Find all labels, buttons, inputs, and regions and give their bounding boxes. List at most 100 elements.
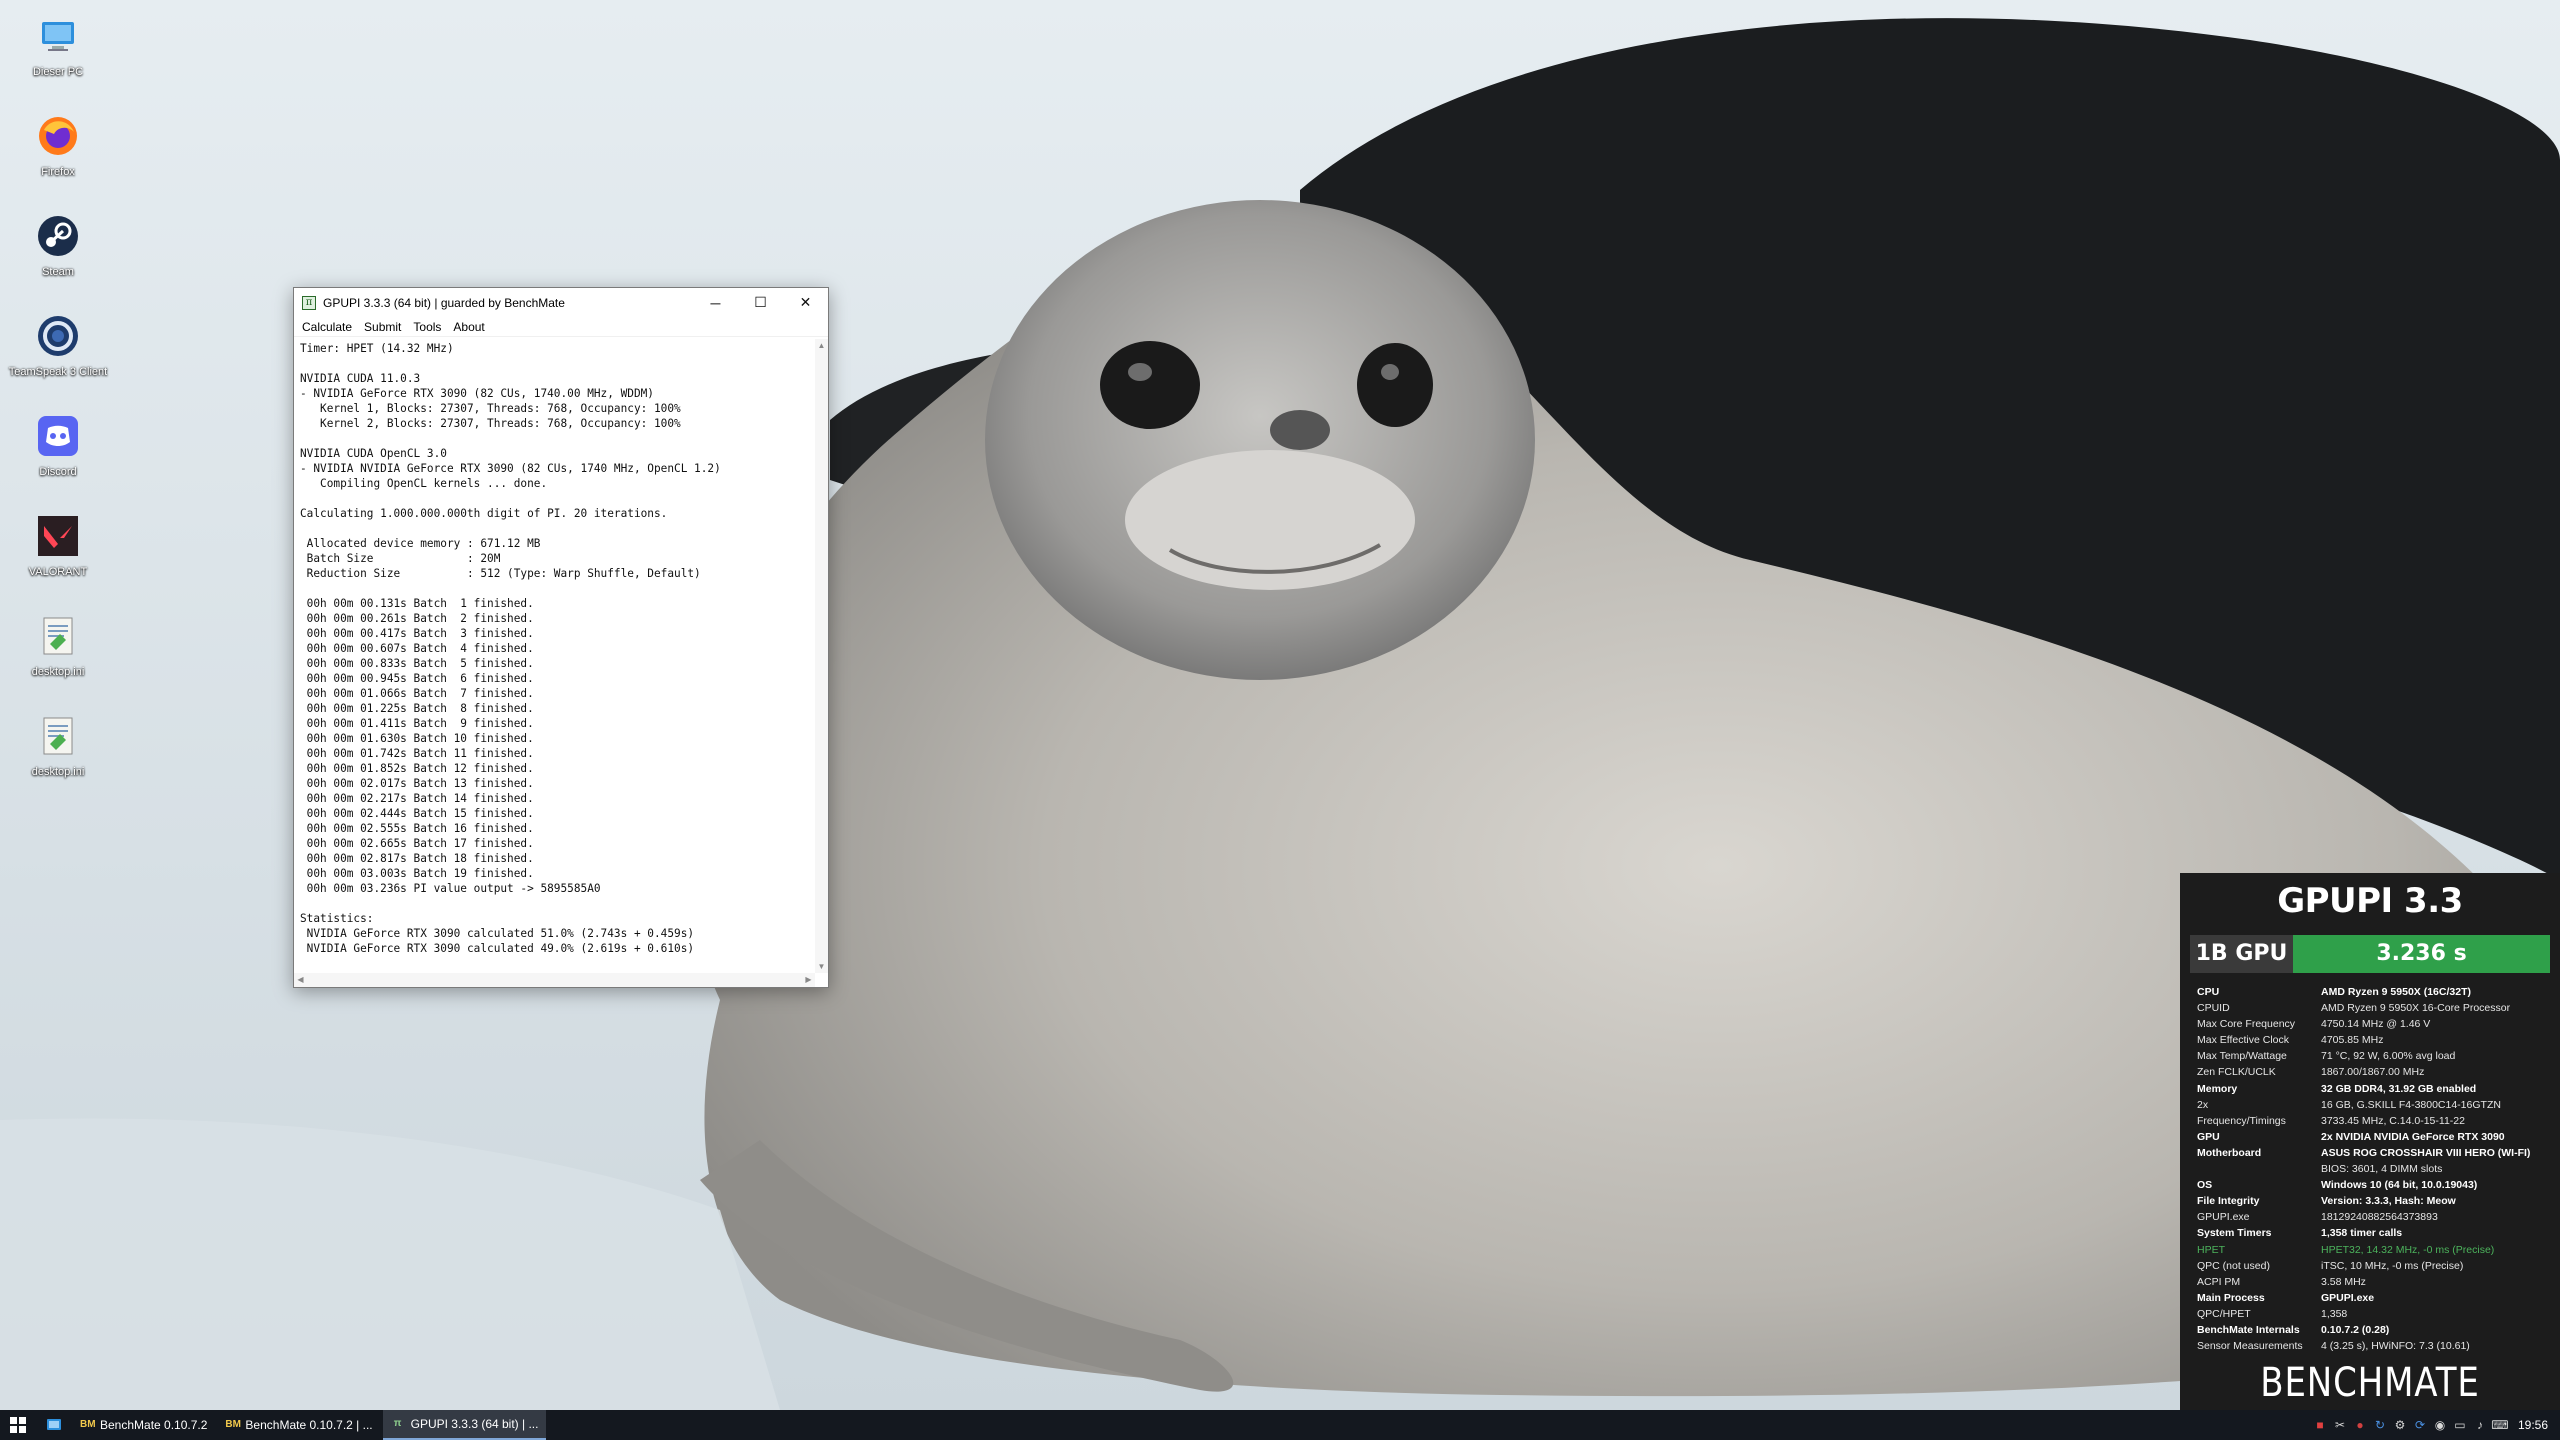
console-line: NVIDIA CUDA OpenCL 3.0 [300,447,447,460]
vertical-scrollbar[interactable]: ▲ ▼ [815,339,828,973]
benchmate-icon: BM [80,1419,96,1430]
scroll-up-icon[interactable]: ▲ [815,339,828,352]
info-row: GPUPI.exe 18129240882564373893 [2197,1209,2552,1225]
scroll-right-icon[interactable]: ▶ [802,973,815,987]
info-value: Version: 3.3.3, Hash: Meow [2321,1195,2456,1208]
firefox-icon [34,112,82,160]
tray-refresh-icon[interactable]: ↻ [2370,1410,2390,1440]
benchmate-icon: BM [225,1419,241,1430]
tray-tool-icon[interactable]: ✂ [2330,1410,2350,1440]
info-key: Memory [2197,1082,2238,1095]
desktop-icon-label: Steam [42,266,74,278]
window-titlebar[interactable]: π GPUPI 3.3.3 (64 bit) | guarded by Benc… [294,288,828,317]
tray-steam-icon[interactable]: ◉ [2430,1410,2450,1440]
desktop-icon-column: Dieser PC Firefox Steam TeamSpeak 3 Clie… [9,6,107,806]
taskbar-task-gpupi[interactable]: π GPUPI 3.3.3 (64 bit) | ... [382,1410,547,1440]
console-line: Timer: HPET (14.32 MHz) [300,342,454,355]
info-value: 1867.00/1867.00 MHz [2321,1066,2425,1079]
maximize-button[interactable]: ☐ [738,288,783,317]
close-button[interactable]: ✕ [783,288,828,317]
info-value: 1,358 [2321,1307,2348,1320]
info-value: GPUPI.exe [2321,1291,2375,1304]
console-line: Statistics: [300,912,374,925]
desktop-icon-steam[interactable]: Steam [18,206,98,306]
desktop-icon-valorant[interactable]: VALORANT [18,506,98,606]
console-line: 00h 00m 00.131s Batch 1 finished. [300,597,534,610]
menu-about[interactable]: About [447,320,490,334]
tray-sync-icon[interactable]: ⟳ [2410,1410,2430,1440]
tray-app-icon[interactable]: ● [2350,1410,2370,1440]
desktop-icon-label: desktop.ini [31,766,85,778]
clock[interactable]: 19:56 [2510,1418,2560,1432]
info-key: System Timers [2197,1227,2272,1240]
info-key: Max Temp/Wattage [2197,1050,2287,1063]
benchmate-logo: BENCHMATE [2260,1360,2480,1406]
desktop-icon-discord[interactable]: Discord [18,406,98,506]
task-label: GPUPI 3.3.3 (64 bit) | ... [410,1417,539,1431]
console-line: 00h 00m 00.833s Batch 5 finished. [300,657,534,670]
console-line: 00h 00m 01.066s Batch 7 finished. [300,687,534,700]
console-line: 00h 00m 01.225s Batch 8 finished. [300,702,534,715]
minimize-button[interactable]: ─ [693,288,738,317]
menu-calculate[interactable]: Calculate [296,320,358,334]
menu-tools[interactable]: Tools [407,320,447,334]
valorant-icon [34,512,82,560]
volume-icon[interactable]: ♪ [2470,1410,2490,1440]
info-row: Motherboard ASUS ROG CROSSHAIR VIII HERO … [2197,1145,2552,1161]
console-line: Calculating 1.000.000.000th digit of PI.… [300,507,668,520]
language-icon[interactable]: ⌨ [2490,1410,2510,1440]
scroll-down-icon[interactable]: ▼ [815,960,828,973]
desktop-icon-label: Dieser PC [32,66,84,78]
info-row: CPU AMD Ryzen 9 5950X (16C/32T) [2197,984,2552,1000]
info-row: Max Effective Clock 4705.85 MHz [2197,1032,2552,1048]
desktop-icon-label: TeamSpeak 3 Client [8,366,108,378]
network-icon[interactable]: ▭ [2450,1410,2470,1440]
console-line: 00h 00m 00.607s Batch 4 finished. [300,642,534,655]
scroll-left-icon[interactable]: ◀ [294,973,307,987]
windows-logo-icon [10,1417,26,1433]
console-line: 00h 00m 02.444s Batch 15 finished. [300,807,534,820]
info-row: ACPI PM 3.58 MHz [2197,1274,2552,1290]
info-row: Zen FCLK/UCLK 1867.00/1867.00 MHz [2197,1064,2552,1080]
info-row: QPC/HPET 1,358 [2197,1306,2552,1322]
task-label: BenchMate 0.10.7.2 [100,1418,208,1432]
info-row: Max Temp/Wattage 71 °C, 92 W, 6.00% avg l… [2197,1048,2552,1064]
steam-icon [34,212,82,260]
taskbar-pinned-app[interactable] [36,1410,72,1440]
info-value: Windows 10 (64 bit, 10.0.19043) [2321,1179,2478,1192]
system-info-table: CPU AMD Ryzen 9 5950X (16C/32T) CPUID AMD R… [2197,984,2552,1354]
info-value: BIOS: 3601, 4 DIMM slots [2321,1163,2443,1176]
info-value: 4 (3.25 s), HWiNFO: 7.3 (10.61) [2321,1340,2470,1353]
taskbar-task-benchmate-1[interactable]: BM BenchMate 0.10.7.2 [72,1410,215,1440]
desktop-icon-teamspeak[interactable]: TeamSpeak 3 Client [9,306,107,406]
console-line: 00h 00m 03.003s Batch 19 finished. [300,867,534,880]
console-line: NVIDIA CUDA 11.0.3 [300,372,421,385]
info-key: GPU [2197,1130,2220,1143]
menu-bar: Calculate Submit Tools About [294,317,828,337]
start-button[interactable] [0,1410,36,1440]
benchmark-result: 3.236 s [2293,935,2550,973]
info-value: AMD Ryzen 9 5950X (16C/32T) [2321,986,2471,998]
taskbar-task-benchmate-2[interactable]: BM BenchMate 0.10.7.2 | ... [217,1410,380,1440]
desktop-icon-firefox[interactable]: Firefox [18,106,98,206]
menu-submit[interactable]: Submit [358,320,407,334]
info-value: 18129240882564373893 [2321,1211,2438,1224]
console-line: 00h 00m 02.555s Batch 16 finished. [300,822,534,835]
console-line: Kernel 2, Blocks: 27307, Threads: 768, O… [300,417,681,430]
benchmark-title: GPUPI 3.3 [2277,881,2463,921]
tray-app-icon[interactable]: ■ [2310,1410,2330,1440]
gpupi-window[interactable]: π GPUPI 3.3.3 (64 bit) | guarded by Benc… [293,287,829,988]
console-line: 00h 00m 01.852s Batch 12 finished. [300,762,534,775]
info-row: CPUID AMD Ryzen 9 5950X 16-Core Processor [2197,1000,2552,1016]
benchmate-overlay: GPUPI 3.3 1B GPU 3.236 s CPU AMD Ryzen 9 … [2180,873,2560,1410]
desktop-icon-this-pc[interactable]: Dieser PC [18,6,98,106]
gpupi-app-icon: π [302,295,316,310]
info-value: 0.10.7.2 (0.28) [2321,1323,2390,1336]
tray-settings-icon[interactable]: ⚙ [2390,1410,2410,1440]
console-output[interactable]: Timer: HPET (14.32 MHz) NVIDIA CUDA 11.0… [296,339,815,973]
horizontal-scrollbar[interactable]: ◀ ▶ [294,973,815,987]
desktop-icon-file-2[interactable]: desktop.ini [18,706,98,806]
desktop-icon-file-1[interactable]: desktop.ini [18,606,98,706]
